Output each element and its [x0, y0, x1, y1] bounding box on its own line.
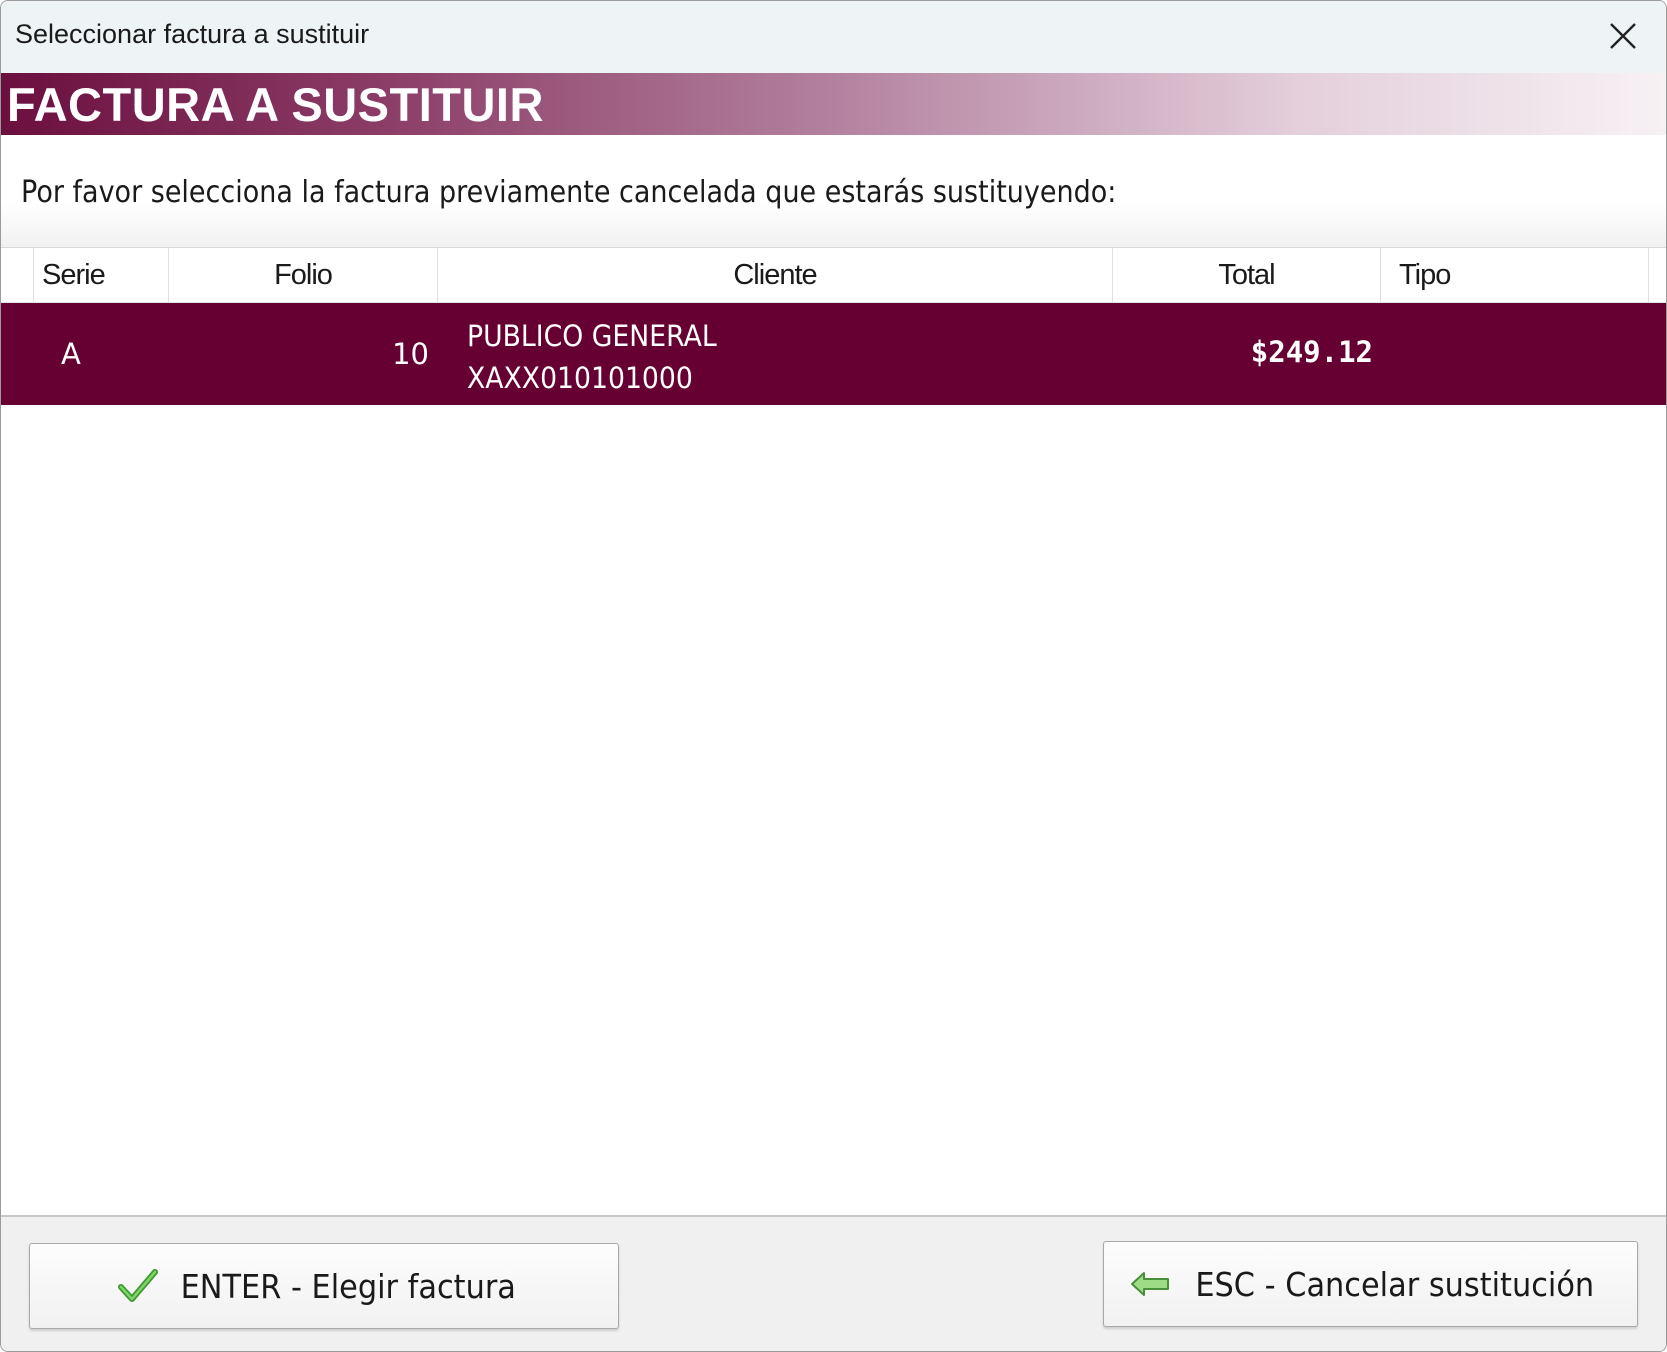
banner-title: FACTURA A SUSTITUIR: [7, 78, 544, 131]
choose-invoice-button[interactable]: ENTER - Elegir factura: [29, 1243, 619, 1329]
column-header-cliente[interactable]: Cliente: [438, 248, 1113, 302]
instruction-panel: Por favor selecciona la factura previame…: [1, 135, 1666, 247]
header-banner: FACTURA A SUSTITUIR: [1, 73, 1666, 135]
column-header-serie[interactable]: Serie: [34, 248, 169, 302]
grid-header: Serie Folio Cliente Total Tipo: [1, 247, 1666, 303]
dialog-window: Seleccionar factura a sustituir FACTURA …: [0, 0, 1667, 1352]
column-header-tipo[interactable]: Tipo: [1381, 248, 1649, 302]
column-header-folio[interactable]: Folio: [169, 248, 438, 302]
arrow-left-icon: [1130, 1270, 1170, 1298]
close-button[interactable]: [1600, 13, 1646, 59]
choose-invoice-label: ENTER - Elegir factura: [180, 1266, 516, 1306]
title-bar: Seleccionar factura a sustituir: [1, 1, 1666, 73]
table-row-selected[interactable]: A 10 PUBLICO GENERAL XAXX010101000 $249.…: [1, 303, 1666, 405]
cliente-nombre: PUBLICO GENERAL: [467, 319, 717, 353]
button-bar: ENTER - Elegir factura ESC - Cancelar su…: [1, 1215, 1666, 1351]
cliente-rfc: XAXX010101000: [467, 361, 693, 395]
invoice-grid[interactable]: Serie Folio Cliente Total Tipo A 10 PUBL…: [1, 247, 1666, 1215]
checkmark-icon: [117, 1268, 158, 1304]
cancel-substitution-label: ESC - Cancelar sustitución: [1195, 1264, 1594, 1304]
cell-folio: 10: [392, 337, 429, 371]
close-icon: [1610, 23, 1636, 49]
cell-total: $249.12: [1250, 335, 1373, 369]
row-indicator-header: [1, 248, 34, 302]
window-title: Seleccionar factura a sustituir: [15, 19, 370, 49]
instruction-text: Por favor selecciona la factura previame…: [21, 175, 1117, 210]
cell-serie: A: [61, 337, 81, 371]
column-header-total[interactable]: Total: [1113, 248, 1381, 302]
cancel-substitution-button[interactable]: ESC - Cancelar sustitución: [1103, 1241, 1638, 1327]
cell-cliente: PUBLICO GENERAL XAXX010101000: [467, 315, 717, 399]
